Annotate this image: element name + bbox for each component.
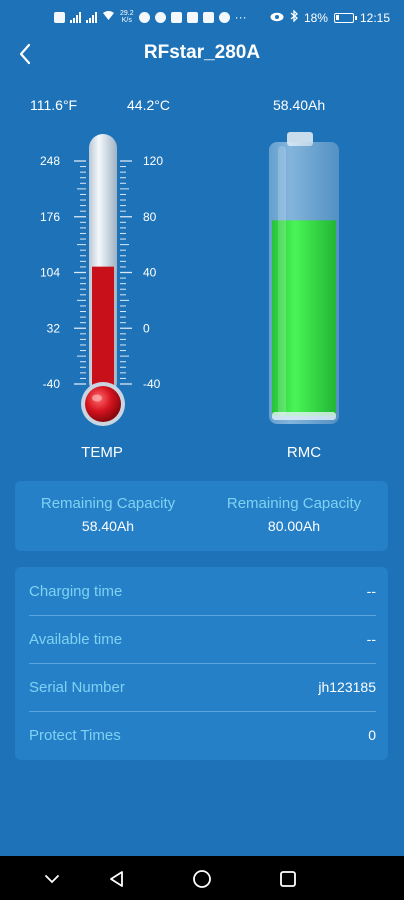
network-speed-unit: K/s — [121, 17, 132, 24]
nav-home-icon[interactable] — [191, 868, 213, 890]
protect-times-value: 0 — [368, 727, 376, 743]
hd-signal-icon — [54, 11, 65, 23]
info-row-charging-time: Charging time -- — [29, 567, 376, 616]
fahrenheit-tick-label: 248 — [40, 154, 60, 168]
nav-hide-keyboard-icon[interactable] — [41, 868, 63, 890]
celsius-tick-label: 120 — [143, 154, 163, 168]
fahrenheit-tick-label: 176 — [40, 210, 60, 224]
celsius-tick-label: -40 — [143, 377, 161, 391]
temp-label: TEMP — [81, 444, 123, 461]
wifi-icon — [102, 10, 115, 24]
charging-time-value: -- — [366, 583, 376, 599]
eye-comfort-icon — [270, 11, 284, 25]
info-row-available-time: Available time -- — [29, 615, 376, 664]
battery-capacity-readout: 58.40Ah — [273, 97, 326, 113]
status-icons-right: 18% 12:15 — [270, 9, 390, 25]
temp-fahrenheit: 111.6°F — [30, 97, 78, 113]
notification-icon-5 — [202, 11, 214, 23]
fahrenheit-tick-label: 104 — [40, 266, 60, 280]
battery-label: RMC — [286, 444, 322, 461]
thermometer-bulb — [85, 386, 121, 422]
thermometer-gauge: 248 120 176 80 104 40 32 0 -40 -40 — [40, 134, 163, 426]
status-bar: 29.2 K/s ··· 18% 12:15 — [0, 0, 404, 36]
navigation-bar — [0, 856, 404, 900]
page-title: RFstar_280A — [143, 42, 261, 63]
network-speed-value: 29.2 — [120, 10, 134, 17]
available-time-label: Available time — [29, 631, 123, 648]
battery-percent: 18% — [303, 10, 328, 25]
serial-number-label: Serial Number — [29, 679, 125, 696]
thermometer-liquid — [92, 266, 114, 394]
cell-signal-2-icon — [86, 11, 97, 23]
capacity-card: Remaining Capacity 58.40Ah Remaining Cap… — [15, 481, 388, 551]
remaining-capacity-right-label: Remaining Capacity — [226, 495, 362, 512]
nav-back-icon[interactable] — [106, 868, 128, 890]
battery-icon — [333, 12, 357, 23]
serial-number-value: jh123185 — [318, 679, 376, 695]
celsius-tick-label: 40 — [143, 266, 157, 280]
temp-celsius: 44.2°C — [127, 97, 170, 113]
info-row-serial-number: Serial Number jh123185 — [29, 663, 376, 712]
protect-times-label: Protect Times — [29, 727, 121, 744]
info-card: Charging time -- Available time -- Seria… — [15, 567, 388, 760]
bluetooth-icon — [290, 9, 298, 25]
celsius-tick-label: 80 — [143, 210, 157, 224]
charging-time-label: Charging time — [29, 583, 123, 600]
remaining-capacity-left: Remaining Capacity 58.40Ah — [15, 495, 201, 534]
notification-icon-4 — [186, 11, 198, 23]
network-speed: 29.2 K/s — [120, 10, 134, 24]
clock: 12:15 — [359, 10, 390, 25]
fahrenheit-tick-label: -40 — [43, 377, 61, 391]
battery-gauge — [269, 132, 339, 424]
notification-icon-6 — [218, 11, 230, 23]
info-row-protect-times: Protect Times 0 — [29, 711, 376, 759]
remaining-capacity-right: Remaining Capacity 80.00Ah — [201, 495, 387, 534]
remaining-capacity-left-value: 58.40Ah — [81, 518, 135, 534]
more-notifications-icon: ··· — [234, 10, 247, 24]
cell-signal-icon — [70, 11, 81, 23]
remaining-capacity-left-label: Remaining Capacity — [40, 495, 176, 512]
status-icons-left: 29.2 K/s ··· — [54, 10, 247, 24]
notification-icon-2 — [154, 11, 166, 23]
fahrenheit-tick-label: 32 — [47, 321, 61, 335]
remaining-capacity-right-value: 80.00Ah — [267, 518, 321, 534]
available-time-value: -- — [366, 631, 376, 647]
notification-icon-3 — [170, 11, 182, 23]
celsius-tick-label: 0 — [143, 321, 150, 335]
notification-icon-1 — [138, 11, 150, 23]
header: RFstar_280A — [0, 36, 404, 72]
nav-recents-icon[interactable] — [277, 868, 299, 890]
